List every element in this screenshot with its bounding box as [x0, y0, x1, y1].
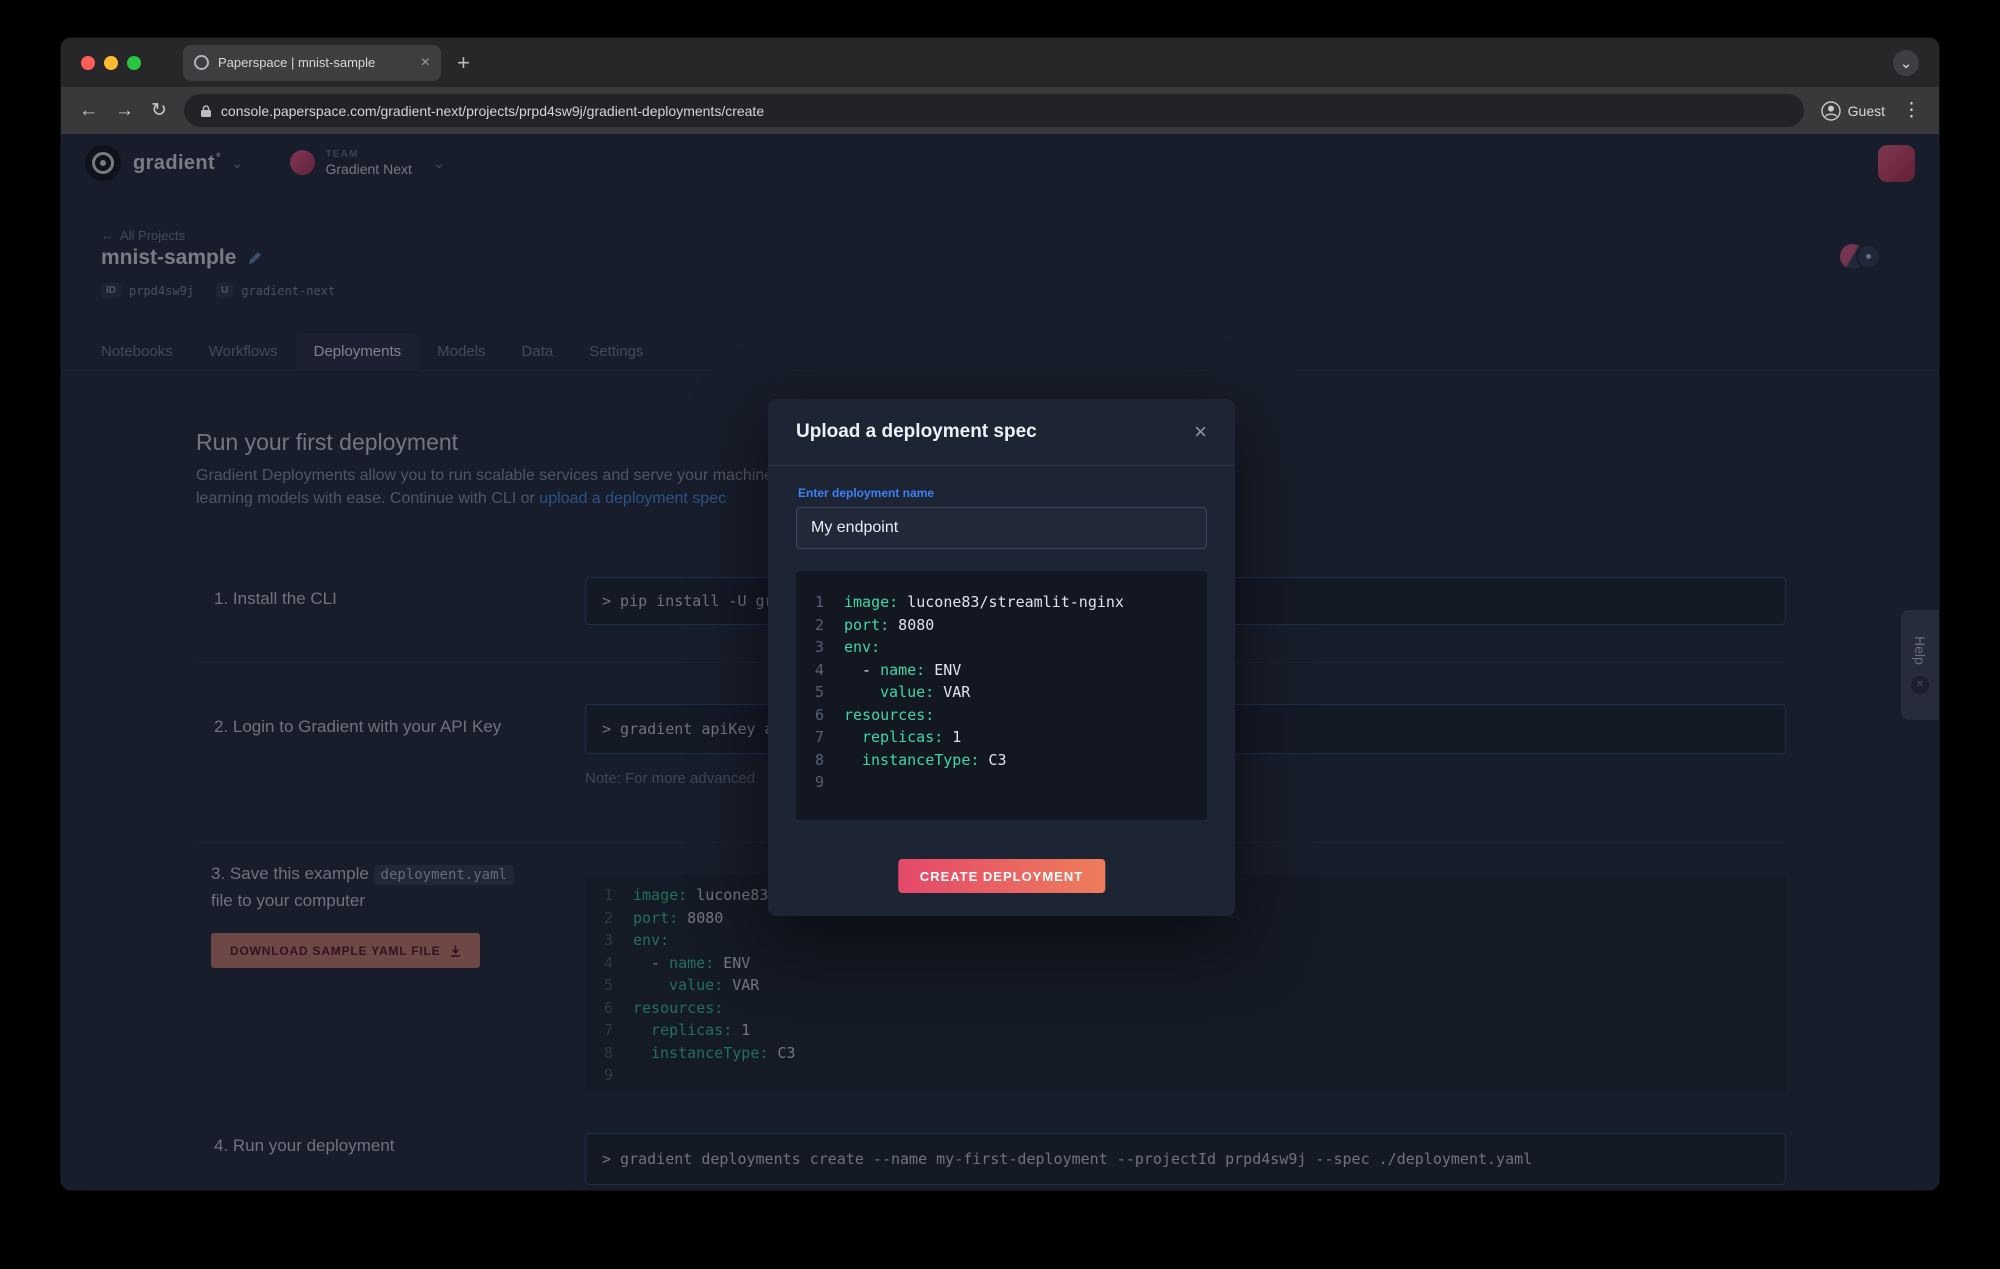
close-window-button[interactable] — [81, 56, 95, 70]
zoom-window-button[interactable] — [127, 56, 141, 70]
paperspace-favicon — [194, 55, 209, 70]
reload-button[interactable]: ↻ — [151, 101, 167, 120]
forward-button[interactable]: → — [115, 101, 134, 120]
profile-button[interactable]: Guest — [1821, 101, 1885, 121]
close-tab-icon[interactable]: × — [421, 55, 430, 71]
screen: Paperspace | mnist-sample × + ⌄ ← → ↻ co… — [0, 0, 2000, 1269]
line-number: 2 — [796, 614, 844, 637]
code-line: 4- name: ENV — [796, 659, 1207, 682]
upload-spec-modal: Upload a deployment spec × Enter deploym… — [768, 399, 1235, 916]
line-number: 6 — [796, 704, 844, 727]
downloads-indicator[interactable]: ⌄ — [1893, 50, 1919, 76]
line-number: 7 — [796, 726, 844, 749]
line-number: 3 — [796, 636, 844, 659]
modal-header: Upload a deployment spec × — [768, 399, 1235, 466]
code-line: 1image: lucone83/streamlit-nginx — [796, 591, 1207, 614]
browser-tab[interactable]: Paperspace | mnist-sample × — [183, 45, 441, 81]
window-controls — [81, 56, 141, 70]
line-number: 5 — [796, 681, 844, 704]
code-line: 8instanceType: C3 — [796, 749, 1207, 772]
lock-icon — [200, 104, 212, 118]
line-number: 4 — [796, 659, 844, 682]
code-line: 2port: 8080 — [796, 614, 1207, 637]
deployment-name-input[interactable] — [796, 507, 1207, 549]
code-line: 3env: — [796, 636, 1207, 659]
browser-window: Paperspace | mnist-sample × + ⌄ ← → ↻ co… — [61, 38, 1939, 1190]
code-line: 5value: VAR — [796, 681, 1207, 704]
line-number: 8 — [796, 749, 844, 772]
deployment-name-label: Enter deployment name — [798, 486, 1207, 500]
modal-body: Enter deployment name 1image: lucone83/s… — [768, 466, 1235, 820]
guest-label: Guest — [1848, 103, 1885, 119]
tab-title: Paperspace | mnist-sample — [218, 55, 412, 70]
browser-toolbar: ← → ↻ console.paperspace.com/gradient-ne… — [61, 87, 1939, 134]
deployment-spec-editor[interactable]: 1image: lucone83/streamlit-nginx2port: 8… — [796, 571, 1207, 820]
browser-menu-icon[interactable]: ⋮ — [1902, 99, 1921, 122]
code-line: 9 — [796, 771, 1207, 794]
gradient-app: gradient° ⌄ TEAM Gradient Next ⌄ ← All P… — [61, 134, 1939, 1190]
url-text: console.paperspace.com/gradient-next/pro… — [221, 103, 764, 119]
person-icon — [1821, 101, 1841, 121]
code-line: 6resources: — [796, 704, 1207, 727]
browser-tab-strip: Paperspace | mnist-sample × + ⌄ — [61, 38, 1939, 87]
create-deployment-button[interactable]: CREATE DEPLOYMENT — [898, 859, 1105, 893]
modal-title: Upload a deployment spec — [796, 421, 1037, 443]
minimize-window-button[interactable] — [104, 56, 118, 70]
line-number: 9 — [796, 771, 844, 794]
address-bar[interactable]: console.paperspace.com/gradient-next/pro… — [184, 94, 1804, 127]
back-button[interactable]: ← — [79, 101, 98, 120]
new-tab-button[interactable]: + — [457, 52, 470, 74]
line-number: 1 — [796, 591, 844, 614]
modal-close-icon[interactable]: × — [1194, 421, 1207, 443]
code-line: 7replicas: 1 — [796, 726, 1207, 749]
